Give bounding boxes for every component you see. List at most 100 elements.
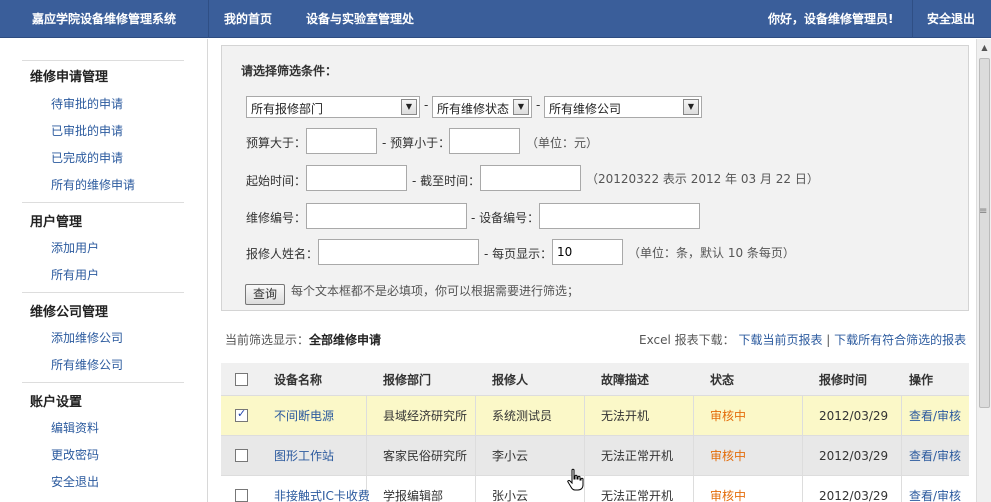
time-format-hint: （20120322 表示 2012 年 03 月 22 日） <box>586 172 819 186</box>
reporter-input[interactable] <box>318 239 479 265</box>
budget-unit-hint: （单位：元） <box>526 136 599 150</box>
reporter-cell: 张小云 <box>492 489 529 502</box>
summary-label: 当前筛选显示： <box>225 333 310 347</box>
reporter-cell: 系统测试员 <box>492 409 553 423</box>
start-time-input[interactable] <box>306 165 407 191</box>
time-cell: 2012/03/29 <box>819 488 889 502</box>
company-select[interactable]: 所有维修公司 ▼ <box>544 96 702 118</box>
status-select[interactable]: 所有维修状态 ▼ <box>432 96 532 118</box>
sidebar-item-edit-profile[interactable]: 编辑资料 <box>51 419 99 436</box>
summary-value: 全部维修申请 <box>309 333 382 347</box>
fault-cell: 无法正常开机 <box>601 489 674 502</box>
table-row[interactable]: 图形工作站 客家民俗研究所 李小云 无法正常开机 审核中 2012/03/29 … <box>221 436 969 476</box>
dept-select[interactable]: 所有报修部门 ▼ <box>246 96 420 118</box>
col-dept: 报修部门 <box>383 372 432 387</box>
excel-label: Excel 报表下载： <box>639 333 735 347</box>
dept-cell: 县域经济研究所 <box>383 409 468 423</box>
divider <box>22 292 184 293</box>
row-checkbox[interactable] <box>235 449 248 462</box>
col-device-name: 设备名称 <box>274 372 323 387</box>
col-time: 报修时间 <box>819 372 868 387</box>
view-approve-link[interactable]: 查看/审核 <box>901 436 961 475</box>
page-size-hint: （单位：条，默认 10 条每页） <box>628 246 795 260</box>
start-time-label: 起始时间： <box>246 174 307 188</box>
view-approve-link[interactable]: 查看/审核 <box>901 476 961 502</box>
filter-panel: 请选择筛选条件： 所有报修部门 ▼ - 所有维修状态 ▼ - 所有维修公司 ▼ … <box>221 45 969 311</box>
sidebar-item-completed[interactable]: 已完成的申请 <box>51 149 123 166</box>
select-all-checkbox[interactable] <box>235 372 248 386</box>
query-button[interactable]: 查询 <box>245 284 285 305</box>
excel-download-bar: Excel 报表下载： 下载当前页报表 | 下载所有符合筛选的报表 <box>639 331 966 348</box>
budget-lt-input[interactable] <box>449 128 520 154</box>
hand-cursor-icon <box>567 468 584 491</box>
filter-summary: 当前筛选显示：全部维修申请 <box>225 331 381 348</box>
status-badge: 审核中 <box>710 449 747 463</box>
status-badge: 审核中 <box>710 489 747 502</box>
chevron-down-icon: ▼ <box>683 99 699 115</box>
page-size-input[interactable] <box>552 239 623 265</box>
sidebar-item-logout[interactable]: 安全退出 <box>51 473 99 490</box>
table-header: 设备名称 报修部门 报修人 故障描述 状态 报修时间 操作 <box>221 363 969 396</box>
sidebar-item-add-company[interactable]: 添加维修公司 <box>51 329 123 346</box>
col-action: 操作 <box>909 372 934 387</box>
sidebar-item-approved[interactable]: 已审批的申请 <box>51 122 123 139</box>
top-bar: 嘉应学院设备维修管理系统 我的首页 设备与实验室管理处 你好，设备维修管理员! … <box>0 0 991 38</box>
dash: - <box>536 98 541 112</box>
nav-divider <box>912 0 913 38</box>
dept-cell: 学报编辑部 <box>383 489 444 502</box>
nav-home[interactable]: 我的首页 <box>224 0 272 38</box>
repair-no-label: 维修编号： <box>246 211 307 225</box>
download-page-link[interactable]: 下载当前页报表 <box>738 333 822 347</box>
sidebar-item-all-requests[interactable]: 所有的维修申请 <box>51 176 135 193</box>
table-row[interactable]: 不间断电源 县域经济研究所 系统测试员 无法开机 审核中 2012/03/29 … <box>221 396 969 436</box>
scroll-grip-icon: ≡ <box>979 206 988 217</box>
budget-gt-label: 预算大于： <box>246 136 307 150</box>
row-checkbox[interactable] <box>235 489 248 502</box>
dash: - <box>424 98 429 112</box>
repair-no-input[interactable] <box>306 203 467 229</box>
company-select-value: 所有维修公司 <box>549 102 622 116</box>
scroll-up-icon[interactable]: ▲ <box>977 39 991 56</box>
sidebar-group-account: 账户设置 <box>30 395 83 410</box>
sidebar-item-all-users[interactable]: 所有用户 <box>51 266 99 283</box>
greeting: 你好，设备维修管理员! <box>768 12 894 26</box>
sidebar-item-all-companies[interactable]: 所有维修公司 <box>51 356 123 373</box>
divider <box>22 60 184 61</box>
nav-divider <box>208 0 209 38</box>
logout-link[interactable]: 安全退出 <box>927 0 975 38</box>
device-name-link[interactable]: 不间断电源 <box>266 396 334 435</box>
view-approve-link[interactable]: 查看/审核 <box>901 396 961 435</box>
col-reporter: 报修人 <box>492 372 529 387</box>
end-time-label: - 截至时间： <box>412 174 481 188</box>
download-all-link[interactable]: 下载所有符合筛选的报表 <box>834 333 966 347</box>
brand-title: 嘉应学院设备维修管理系统 <box>31 12 176 26</box>
row-checkbox[interactable] <box>235 407 248 422</box>
device-name-link[interactable]: 图形工作站 <box>266 436 334 475</box>
divider <box>22 382 184 383</box>
fault-cell: 无法正常开机 <box>601 449 674 463</box>
vertical-scrollbar[interactable]: ▲ ≡ <box>976 39 991 502</box>
status-select-value: 所有维修状态 <box>437 102 510 116</box>
end-time-input[interactable] <box>480 165 581 191</box>
chevron-down-icon: ▼ <box>513 99 529 115</box>
table-row[interactable]: 非接触式IC卡收费 学报编辑部 张小云 无法正常开机 审核中 2012/03/2… <box>221 476 969 502</box>
sidebar-item-add-user[interactable]: 添加用户 <box>51 239 99 256</box>
sidebar-group-repair: 维修申请管理 <box>30 70 109 85</box>
divider: | <box>826 333 831 347</box>
sidebar-item-pending[interactable]: 待审批的申请 <box>51 95 123 112</box>
page-size-label: - 每页显示： <box>484 247 553 261</box>
sidebar-item-change-password[interactable]: 更改密码 <box>51 446 99 463</box>
nav-equipment-office[interactable]: 设备与实验室管理处 <box>306 0 414 38</box>
main-content: 请选择筛选条件： 所有报修部门 ▼ - 所有维修状态 ▼ - 所有维修公司 ▼ … <box>209 39 976 502</box>
dept-select-value: 所有报修部门 <box>251 102 324 116</box>
reporter-cell: 李小云 <box>492 449 529 463</box>
dept-cell: 客家民俗研究所 <box>383 449 468 463</box>
device-name-link[interactable]: 非接触式IC卡收费 <box>266 476 370 502</box>
chevron-down-icon: ▼ <box>401 99 417 115</box>
fault-cell: 无法开机 <box>601 409 650 423</box>
device-no-label: - 设备编号： <box>471 211 540 225</box>
sidebar-group-users: 用户管理 <box>30 215 83 230</box>
device-no-input[interactable] <box>539 203 700 229</box>
scrollbar-thumb[interactable] <box>979 58 990 408</box>
budget-gt-input[interactable] <box>306 128 377 154</box>
